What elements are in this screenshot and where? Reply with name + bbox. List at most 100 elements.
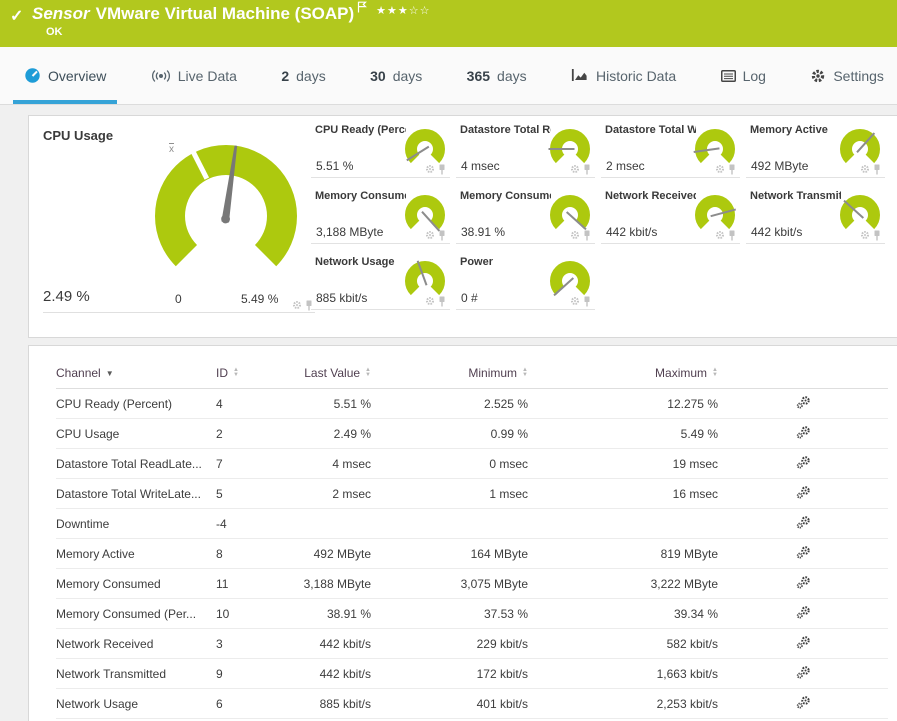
small-gauge-card[interactable]: CPU Ready (Percent) 5.51 % [311, 122, 450, 178]
channel-settings-icon[interactable] [796, 485, 811, 502]
gauge-pin-icon[interactable] [583, 164, 591, 175]
tab-365-days[interactable]: 365 days [456, 47, 538, 104]
small-gauge-card[interactable]: Datastore Total ReadLa... 4 msec [456, 122, 595, 178]
gauge-settings-icon[interactable] [425, 230, 435, 240]
channel-settings-icon[interactable] [796, 665, 811, 682]
tab-overview[interactable]: Overview [13, 47, 118, 104]
gear-icon [812, 69, 825, 82]
table-row[interactable]: Network Transmitted 9 442 kbit/s 172 kbi… [56, 658, 888, 689]
last-value-cell: 442 kbit/s [276, 628, 371, 659]
tab-settings[interactable]: Settings [799, 47, 895, 104]
gauge-pin-icon[interactable] [583, 230, 591, 241]
small-gauge-card[interactable]: Network Transmitted 442 kbit/s [746, 188, 885, 244]
main-gauge-max: 5.49 % [241, 292, 279, 306]
small-gauge-title: Datastore Total ReadLa... [460, 124, 551, 136]
gauge-settings-icon[interactable] [425, 296, 435, 306]
table-row[interactable]: CPU Ready (Percent) 4 5.51 % 2.525 % 12.… [56, 388, 888, 419]
gauge-settings-icon[interactable] [570, 164, 580, 174]
gauge-pin-icon[interactable] [438, 164, 446, 175]
small-gauge-value: 442 kbit/s [751, 225, 803, 239]
id-cell: 5 [216, 478, 276, 509]
small-gauge [550, 261, 590, 297]
gauge-settings-icon[interactable] [570, 296, 580, 306]
small-gauge-title: Network Transmitted [750, 190, 841, 202]
table-row[interactable]: Memory Active 8 492 MByte 164 MByte 819 … [56, 538, 888, 569]
flag-icon[interactable] [357, 0, 368, 18]
channel-cell: Network Usage [56, 688, 216, 719]
gauge-pin-icon[interactable] [728, 230, 736, 241]
gauge-pin-icon[interactable] [438, 230, 446, 241]
channel-settings-icon[interactable] [796, 425, 811, 442]
tab-365-days-unit: days [497, 67, 527, 84]
maximum-cell: 2,253 kbit/s [528, 688, 718, 719]
gauge-settings-icon[interactable] [715, 164, 725, 174]
small-gauge-card[interactable]: Datastore Total WriteL... 2 msec [601, 122, 740, 178]
table-row[interactable]: Memory Consumed 11 3,188 MByte 3,075 MBy… [56, 568, 888, 599]
last-value-cell: 885 kbit/s [276, 688, 371, 719]
channel-settings-icon[interactable] [796, 635, 811, 652]
tab-log-label: Log [742, 67, 766, 84]
channel-settings-icon[interactable] [796, 455, 811, 472]
main-gauge-card[interactable]: CPU Usage x 2.49 % 0 5.49 % [41, 124, 329, 320]
gauge-pin-icon[interactable] [583, 296, 591, 307]
gauge-settings-icon[interactable] [570, 230, 580, 240]
channel-settings-icon[interactable] [796, 545, 811, 562]
small-gauge-card[interactable]: Memory Consumed (P... 38.91 % [456, 188, 595, 244]
channel-settings-icon[interactable] [796, 605, 811, 622]
gauge-pin-icon[interactable] [873, 230, 881, 241]
table-row[interactable]: Datastore Total ReadLate... 7 4 msec 0 m… [56, 448, 888, 479]
sort-icon: ▲ ▼ [522, 367, 528, 378]
table-row[interactable]: Memory Consumed (Per... 10 38.91 % 37.53… [56, 598, 888, 629]
small-gauge [405, 129, 445, 164]
column-header-id[interactable]: ID ▲ ▼ [216, 360, 276, 389]
sensor-kind-label: Sensor [32, 4, 90, 23]
sort-icon: ▲ ▼ [712, 367, 718, 378]
tab-2-days[interactable]: 2 days [270, 47, 336, 104]
tab-30-days[interactable]: 30 days [359, 47, 433, 104]
small-gauge-card[interactable]: Memory Active 492 MByte [746, 122, 885, 178]
channel-cell: Downtime [56, 508, 216, 539]
column-header-last-value[interactable]: Last Value ▲ ▼ [276, 360, 371, 389]
small-gauge-card[interactable]: Network Received 442 kbit/s [601, 188, 740, 244]
small-gauges-grid: CPU Ready (Percent) 5.51 % Datastore Tot… [311, 122, 891, 310]
channel-settings-icon[interactable] [796, 515, 811, 532]
id-cell: 11 [216, 568, 276, 599]
tab-log[interactable]: Log [710, 47, 777, 104]
small-gauge-title: Memory Active [750, 124, 828, 136]
gauge-settings-icon[interactable] [860, 230, 870, 240]
gauge-pin-icon[interactable] [728, 164, 736, 175]
table-row[interactable]: Downtime -4 [56, 508, 888, 539]
table-row[interactable]: CPU Usage 2 2.49 % 0.99 % 5.49 % [56, 418, 888, 449]
tab-bar: Overview Live Data 2 days 30 days 365 da… [0, 47, 897, 105]
main-gauge-value: 2.49 % [43, 288, 90, 305]
small-gauge-title: Memory Consumed (P... [460, 190, 551, 202]
column-header-minimum[interactable]: Minimum ▲ ▼ [371, 360, 528, 389]
gauge-settings-icon[interactable] [860, 164, 870, 174]
channel-settings-icon[interactable] [796, 395, 811, 412]
small-gauge-card[interactable]: Memory Consumed 3,188 MByte [311, 188, 450, 244]
last-value-cell: 3,188 MByte [276, 568, 371, 599]
channel-settings-icon[interactable] [796, 695, 811, 712]
id-cell: 7 [216, 448, 276, 479]
table-row[interactable]: Network Received 3 442 kbit/s 229 kbit/s… [56, 628, 888, 659]
column-header-actions [718, 360, 888, 389]
small-gauge-card[interactable]: Network Usage 885 kbit/s [311, 254, 450, 310]
minimum-cell: 172 kbit/s [371, 658, 528, 689]
table-row[interactable]: Network Usage 6 885 kbit/s 401 kbit/s 2,… [56, 688, 888, 719]
gauge-settings-icon[interactable] [715, 230, 725, 240]
gauge-pin-icon[interactable] [873, 164, 881, 175]
tab-live-data[interactable]: Live Data [140, 47, 248, 104]
priority-stars[interactable]: ★★★☆☆ [376, 5, 430, 17]
gauge-pin-icon[interactable] [438, 296, 446, 307]
small-gauge-title: Network Usage [315, 256, 395, 268]
column-header-channel[interactable]: Channel ▼ [56, 360, 216, 389]
table-row[interactable]: Datastore Total WriteLate... 5 2 msec 1 … [56, 478, 888, 509]
channel-settings-icon[interactable] [796, 575, 811, 592]
gauge-settings-icon[interactable] [292, 300, 302, 310]
tab-historic-data[interactable]: Historic Data [560, 47, 687, 104]
column-header-maximum[interactable]: Maximum ▲ ▼ [528, 360, 718, 389]
divider [43, 312, 315, 313]
small-gauge-title: Network Received [605, 190, 696, 202]
gauge-settings-icon[interactable] [425, 164, 435, 174]
small-gauge-card[interactable]: Power 0 # [456, 254, 595, 310]
